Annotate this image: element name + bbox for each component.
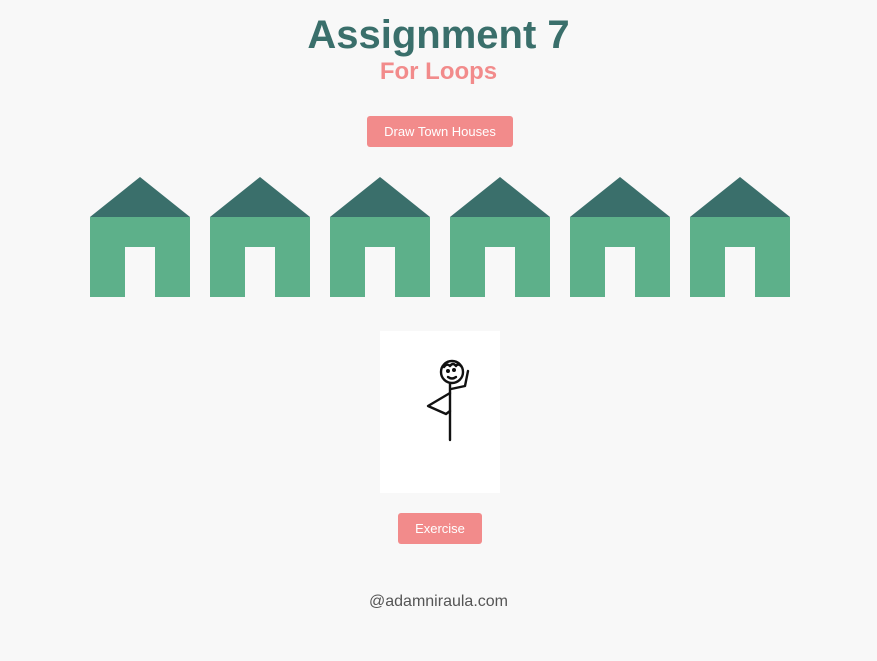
house-wall <box>690 217 790 297</box>
stick-figure-eye-right <box>451 368 456 373</box>
town-house <box>330 177 430 297</box>
stick-figure-eye-left <box>445 369 450 374</box>
house-wall <box>450 217 550 297</box>
house-door <box>365 247 395 297</box>
house-roof <box>690 177 790 217</box>
page-subtitle: For Loops <box>379 58 498 85</box>
town-house <box>450 177 550 297</box>
town-house <box>570 177 670 297</box>
house-wall <box>210 217 310 297</box>
house-wall <box>330 217 430 297</box>
exercise-panel <box>380 331 500 493</box>
stick-figure-exercise-image <box>426 359 470 442</box>
house-roof <box>90 177 190 217</box>
house-roof <box>210 177 310 217</box>
house-wall <box>90 217 190 297</box>
draw-town-houses-button[interactable]: Draw Town Houses <box>367 116 513 147</box>
house-wall <box>570 217 670 297</box>
house-roof <box>450 177 550 217</box>
page-title: Assignment 7 <box>307 13 570 57</box>
footer-credit: @adamniraula.com <box>369 593 508 610</box>
house-door <box>605 247 635 297</box>
town-house <box>690 177 790 297</box>
page: Assignment 7 For Loops Draw Town Houses <box>0 0 877 661</box>
house-roof <box>570 177 670 217</box>
house-roof <box>330 177 430 217</box>
house-door <box>725 247 755 297</box>
town-house <box>90 177 190 297</box>
stick-figure-leg-bent <box>426 391 452 416</box>
house-door <box>125 247 155 297</box>
town-house <box>210 177 310 297</box>
stick-figure-hair <box>442 362 463 369</box>
house-door <box>245 247 275 297</box>
stick-figure-mouth <box>446 375 458 380</box>
exercise-button[interactable]: Exercise <box>398 513 482 544</box>
house-door <box>485 247 515 297</box>
